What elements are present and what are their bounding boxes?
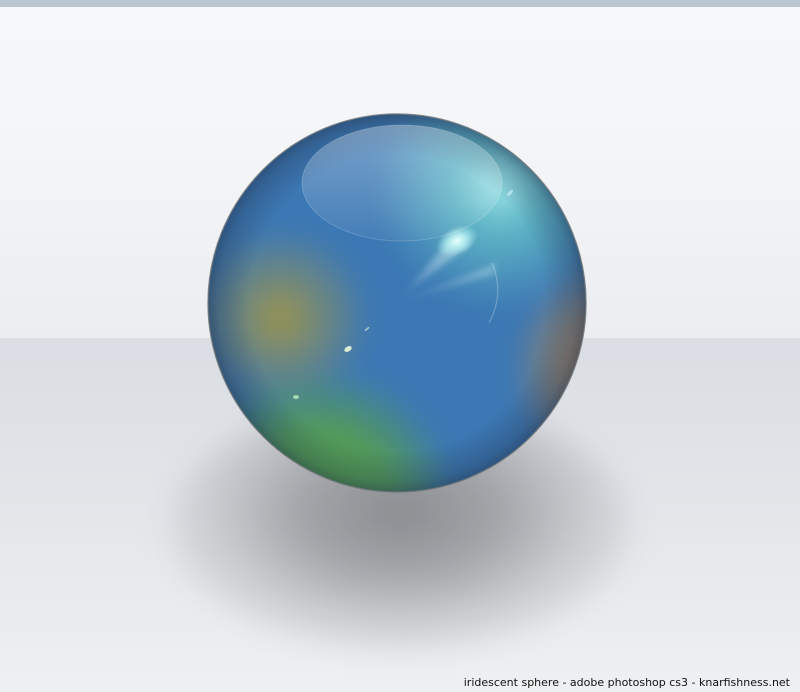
image-caption: iridescent sphere - adobe photoshop cs3 …: [463, 676, 790, 689]
iridescent-sphere: [207, 113, 587, 493]
sphere-graphic: [207, 113, 587, 493]
top-strip: [0, 0, 800, 7]
scene: iridescent sphere - adobe photoshop cs3 …: [0, 0, 800, 692]
